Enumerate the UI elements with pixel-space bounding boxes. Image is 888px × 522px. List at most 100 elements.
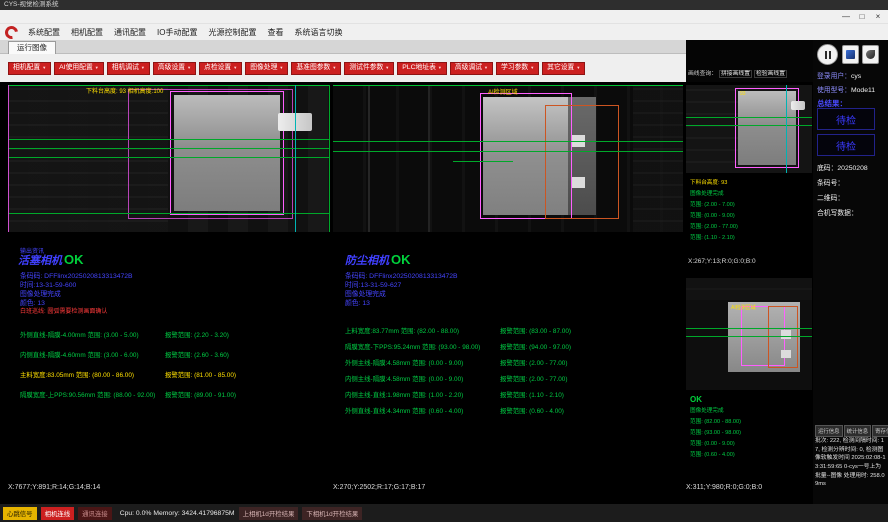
result-text-line: 范围: (2.00 - 7.00) [690, 200, 735, 208]
date-code-value: 20250208 [837, 165, 867, 172]
dropdown-icon: ▼ [530, 62, 534, 74]
result-text-line: 范围: (0.60 - 4.00) [690, 450, 735, 458]
measure-line-overlay [453, 161, 513, 162]
toolbar-button-advanced-debug[interactable]: 高级调试▼ [450, 62, 493, 75]
pixel-coordinates: X:311;Y:980;R:0;G:0;B:0 [686, 484, 762, 491]
tab-stat-info[interactable]: 统计信息 [844, 425, 872, 437]
window-control-strip: — □ × [0, 10, 888, 24]
toolbar-button-base-image-params[interactable]: 基准图参数▼ [291, 62, 341, 75]
small-camera-image-bottom[interactable]: AI检测区域 [686, 278, 812, 390]
result-text-line: 范围: (1.10 - 2.10) [690, 233, 735, 241]
barcode-number-label: 条码号： [817, 180, 844, 187]
camera-name: 防尘相机 [345, 255, 389, 267]
measurement-row: 隔膜宽度-下PPS:95.24mm 范围: (93.00 - 98.00)报警范… [345, 342, 571, 351]
result-box-2: 待检 [817, 134, 875, 156]
menu-item-view[interactable]: 查看 [267, 27, 283, 38]
camera-link-status-badge: 相机连线 [41, 507, 75, 520]
toolbar-button-other-settings[interactable]: 其它设置▼ [542, 62, 585, 75]
pause-icon [829, 51, 831, 59]
menu-item-comm-config[interactable]: 通讯配置 [114, 27, 146, 38]
toolbar-button-spot-check[interactable]: 点检设置▼ [199, 62, 242, 75]
model-value: Mode11 [851, 87, 875, 94]
center-camera-view: AI检测区域 防尘相机OK 条码码: DFFlinx20250208133134… [333, 82, 683, 504]
toolbar-button-image-process[interactable]: 图像处理▼ [245, 62, 288, 75]
toolbar-button-camera-debug[interactable]: 相机调试▼ [107, 62, 150, 75]
draw-query-label: 画线查询： [688, 71, 717, 77]
center-camera-image[interactable]: AI检测区域 [333, 85, 683, 232]
camera-result-title: 防尘相机OK [345, 252, 411, 268]
toolbar-button-ai-config[interactable]: AI使用配置▼ [54, 62, 104, 75]
info-tabs: 运行信息 统计信息 寄存信息 [815, 425, 888, 437]
menu-item-io-manual[interactable]: IO手动配置 [157, 27, 197, 38]
roi-edge-overlay [8, 85, 9, 232]
measurement-row: 内侧主线-直线:1.98mm 范围: (1.00 - 2.20)报警范围: (1… [345, 390, 564, 399]
result-text-line: 范围: (0.00 - 9.00) [690, 439, 735, 447]
machine-structure [633, 85, 683, 232]
menu-bar: 系统配置 相机配置 通讯配置 IO手动配置 光源控制配置 查看 系统语言切换 [0, 24, 888, 40]
menu-item-language[interactable]: 系统语言切换 [294, 27, 342, 38]
ai-roi-box [545, 105, 619, 219]
measure-line-overlay [8, 85, 330, 86]
pixel-coordinates: X:7677;Y:891;R:14;G:14;B:14 [8, 484, 100, 491]
toolbar-button-learning-params[interactable]: 学习参数▼ [496, 62, 539, 75]
left-camera-image[interactable]: 下料台高度: 93 相机高度:100 [8, 85, 330, 232]
dropdown-icon: ▼ [438, 62, 442, 74]
measurement-row: 上料宽度:83.77mm 范围: (82.00 - 88.00)报警范围: (8… [345, 326, 571, 335]
left-camera-view: 下料台高度: 93 相机高度:100 输出资讯 活塞相机OK 条码码: DFFl… [8, 82, 330, 504]
toolbar-button-plc-address[interactable]: PLC地址表▼ [397, 62, 447, 75]
draw-line-button-2[interactable]: 检验画线置 [754, 70, 787, 78]
qr-code-label: 二维码： [817, 195, 844, 202]
tool-button[interactable] [862, 45, 879, 64]
dropdown-icon: ▼ [141, 62, 145, 74]
measurement-row: 外侧直线-隔膜-4.00mm 范围: (3.00 - 5.00)报警范围: (2… [20, 330, 229, 339]
machine-structure [686, 278, 812, 300]
calibration-button[interactable] [842, 45, 859, 64]
toolbar-button-test-piece-params[interactable]: 测试件参数▼ [344, 62, 394, 75]
total-result-label: 总结果： [817, 99, 847, 108]
dropdown-icon: ▼ [385, 62, 389, 74]
result-text-line: 下料台高度: 93 [690, 178, 727, 186]
lower-camera-result-label: 下相机1d开检结果 [302, 507, 362, 520]
maximize-button[interactable]: □ [854, 10, 870, 24]
dropdown-icon: ▼ [95, 62, 99, 74]
result-status: OK [64, 252, 84, 267]
menu-item-camera-config[interactable]: 相机配置 [71, 27, 103, 38]
draw-line-button-1[interactable]: 拼接画线置 [719, 70, 752, 78]
overlay-label: 93 [740, 91, 746, 97]
pixel-coordinates: X:267;Y:13;R:0;G:0;B:0 [688, 258, 756, 265]
pause-button[interactable] [817, 44, 838, 65]
roi-box [735, 88, 799, 168]
dropdown-icon: ▼ [576, 62, 580, 74]
small-views-column: 93 下料台高度: 93 图像处理完成 范围: (2.00 - 7.00) 范围… [686, 82, 812, 504]
app-logo-icon [2, 23, 20, 41]
menu-item-light-control[interactable]: 光源控制配置 [208, 27, 256, 38]
machine-structure [686, 85, 738, 173]
small-camera-image-top[interactable]: 93 [686, 85, 812, 173]
dropdown-icon: ▼ [187, 62, 191, 74]
measure-line-overlay [333, 85, 683, 86]
statistics-text: 批次: 222, 检测间隔时间: 17, 检测分辨时间: 0, 检测图像软触发时… [815, 437, 886, 489]
login-user-value: cys [851, 73, 861, 80]
result-text-line: 范围: (82.00 - 88.00) [690, 417, 741, 425]
menu-items: 系统配置 相机配置 通讯配置 IO手动配置 光源控制配置 查看 系统语言切换 [28, 27, 342, 38]
app-window: CYS-视觉检测系统 — □ × 系统配置 相机配置 通讯配置 IO手动配置 光… [0, 0, 888, 522]
dropdown-icon: ▼ [484, 62, 488, 74]
fastener-highlight [781, 350, 791, 358]
pixel-coordinates: X:270;Y:2502;R:17;G:17;B:17 [333, 484, 425, 491]
draw-query-bar: 画线查询：拼接画线置检验画线置 [688, 68, 810, 80]
barcode-number-row: 条码号： [817, 177, 844, 187]
result-text-line: 范围: (93.00 - 98.00) [690, 428, 741, 436]
qr-code-row: 二维码： [817, 192, 844, 202]
camera-result-title: 活塞相机OK [18, 252, 84, 268]
tab-run-image[interactable]: 运行图像 [8, 41, 56, 54]
tab-register-info[interactable]: 寄存信息 [872, 425, 888, 437]
tab-run-info[interactable]: 运行信息 [815, 425, 843, 437]
toolbar-button-camera-config[interactable]: 相机配置▼ [8, 62, 51, 75]
close-button[interactable]: × [870, 10, 886, 24]
model-row: 使用型号：Mode11 [817, 84, 875, 94]
measurement-row: 内侧直线-隔膜-4.60mm 范围: (3.00 - 6.00)报警范围: (2… [20, 350, 229, 359]
toolbar-button-advanced-settings[interactable]: 高级设置▼ [153, 62, 196, 75]
minimize-button[interactable]: — [838, 10, 854, 24]
menu-item-system-config[interactable]: 系统配置 [28, 27, 60, 38]
status-bar: 心跳信号 相机连线 通讯连接 Cpu: 0.0% Memory: 3424.41… [0, 504, 888, 522]
